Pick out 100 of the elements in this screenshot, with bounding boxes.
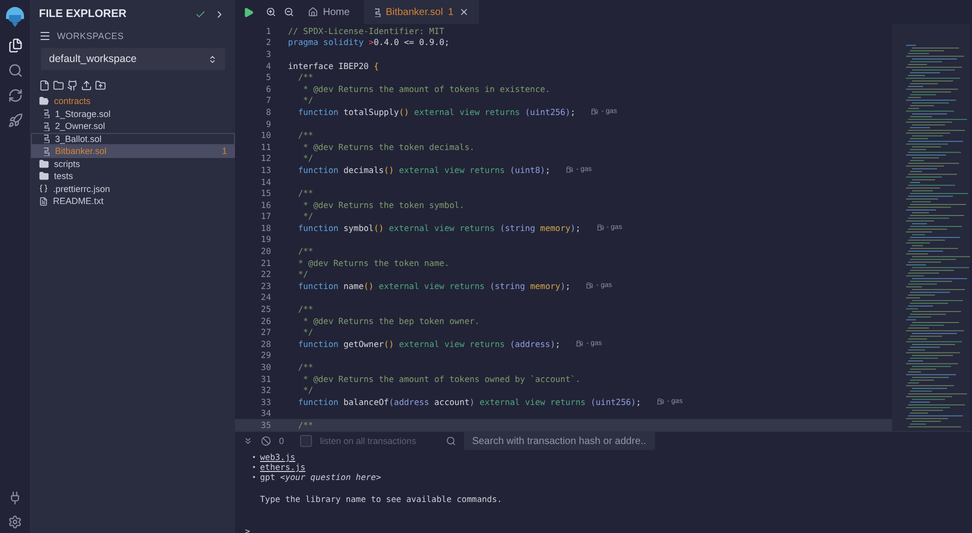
collapse-icon[interactable] [243,436,253,446]
workspace-select[interactable]: default_workspace [41,48,225,70]
line-number: 11 [260,142,272,152]
code-line: function name() external view returns (string memory); [297,280,570,291]
file-tree-item[interactable]: 3_Ballot.sol [31,132,235,145]
refresh-icon [8,88,22,103]
zoom-out-icon[interactable] [284,7,294,17]
run-icon[interactable] [243,6,254,18]
code-line: */ [302,327,314,338]
code-line: /** [297,362,314,372]
line-number: 22 [260,269,272,280]
line-number: 27 [260,327,272,338]
line-number: 1 [264,26,272,36]
file-tree-item[interactable]: .prettierrc.json [31,182,235,195]
folder-icon [39,96,49,106]
editor-tab[interactable]: Home [298,0,360,24]
file-tree-item[interactable]: README.txt [31,195,235,208]
panel-title: FILE EXPLORER [39,8,128,20]
close-icon[interactable] [458,7,469,17]
files-icon [8,38,22,53]
file-tree-item[interactable]: 2_Owner.sol [31,120,235,132]
line-number: 5 [264,72,272,82]
code-line: * @dev Returns the token name. [297,258,450,268]
code-line: function decimals() external view returns (uint8); [297,164,550,175]
line-number: 9 [264,118,272,129]
line-number: 12 [260,153,272,164]
editor-tab[interactable]: Bitbanker.sol 1 [364,0,479,24]
file-tree-item[interactable]: tests [31,170,235,182]
line-number: 20 [260,246,272,256]
code-line: /** [297,72,314,82]
file-tree-item[interactable]: scripts [31,158,235,170]
line-number: 7 [264,95,272,106]
output-line: gpt <your question here> [260,472,382,482]
code-line: /** [297,304,314,314]
updown-icon [208,54,217,64]
settings-icon [8,515,22,529]
line-number: 3 [264,48,272,59]
code-line: function balanceOf(address account) external view returns (uint256); [297,396,642,407]
line-number: 28 [260,338,272,349]
search-icon [446,436,456,446]
line-number: 31 [260,374,272,384]
transaction-count: 0 [279,436,284,446]
activity-button[interactable] [8,491,22,505]
folder-upload-icon[interactable] [95,80,106,91]
activity-button[interactable] [8,113,22,128]
line-number: 13 [260,164,272,175]
zoom-in-icon[interactable] [266,7,276,17]
fuel-icon [586,282,594,290]
github-icon[interactable] [67,80,78,91]
code-line: function getOwner() external view returns (address); [297,338,560,349]
file-tree-item[interactable]: contracts [31,95,235,108]
line-number: 16 [260,200,272,210]
new-file-icon[interactable] [39,80,50,91]
library-link[interactable]: ethers.js [260,462,306,472]
code-line: * @dev Returns the bep token owner. [302,316,480,326]
menu-icon[interactable] [39,30,51,42]
activity-button[interactable] [8,515,22,529]
code-line: function symbol() external view returns (string memory); [297,222,581,233]
library-link[interactable]: web3.js [260,452,296,462]
code-line: */ [297,269,308,280]
document-icon [39,196,48,206]
code-line: interface IBEP20 { [288,60,379,71]
code-line: */ [302,153,314,164]
line-number: 2 [264,37,272,48]
code-line: // SPDX-License-Identifier: MIT [288,26,444,36]
activity-button[interactable] [8,88,22,103]
line-number: 35 [260,420,272,430]
plug-icon [8,491,22,505]
clear-icon[interactable] [261,436,271,446]
line-number: 21 [260,258,272,268]
code-line: pragma solidity >0.4.0 <= 0.9.0; [288,37,450,48]
fuel-icon [566,166,574,174]
line-number: 26 [260,316,272,326]
activity-button[interactable] [8,63,22,78]
line-number: 15 [260,188,272,198]
search-field[interactable]: Search with transaction hash or addre... [464,432,656,450]
rocket-icon [8,113,22,128]
section-label: WORKSPACES [57,31,124,41]
line-number: 14 [260,176,272,187]
code-line: */ [302,385,314,396]
fuel-icon [657,398,664,406]
line-number: 4 [264,60,272,71]
line-number: 23 [260,280,272,291]
check-icon [195,8,206,20]
code-line: function totalSupply() external view returns (uint256); [297,106,576,117]
new-folder-icon[interactable] [53,80,64,91]
upload-icon[interactable] [81,80,92,91]
home-icon [308,7,318,17]
code-line: * @dev Returns the amount of tokens in existence. [302,84,550,94]
line-number: 18 [260,222,272,233]
code-line: * @dev Returns the amount of tokens owned by `account`. [302,374,580,384]
checkbox[interactable] [300,435,312,447]
braces-icon [39,184,48,194]
folder-icon [39,171,49,182]
line-number: 30 [260,362,272,372]
activity-button[interactable] [8,38,22,53]
line-number: 19 [260,234,272,244]
code-line: * @dev Returns the token decimals. [302,142,475,152]
file-tree-item[interactable]: 1_Storage.sol [31,108,235,120]
checkbox-label: listen on all transactions [320,436,416,446]
